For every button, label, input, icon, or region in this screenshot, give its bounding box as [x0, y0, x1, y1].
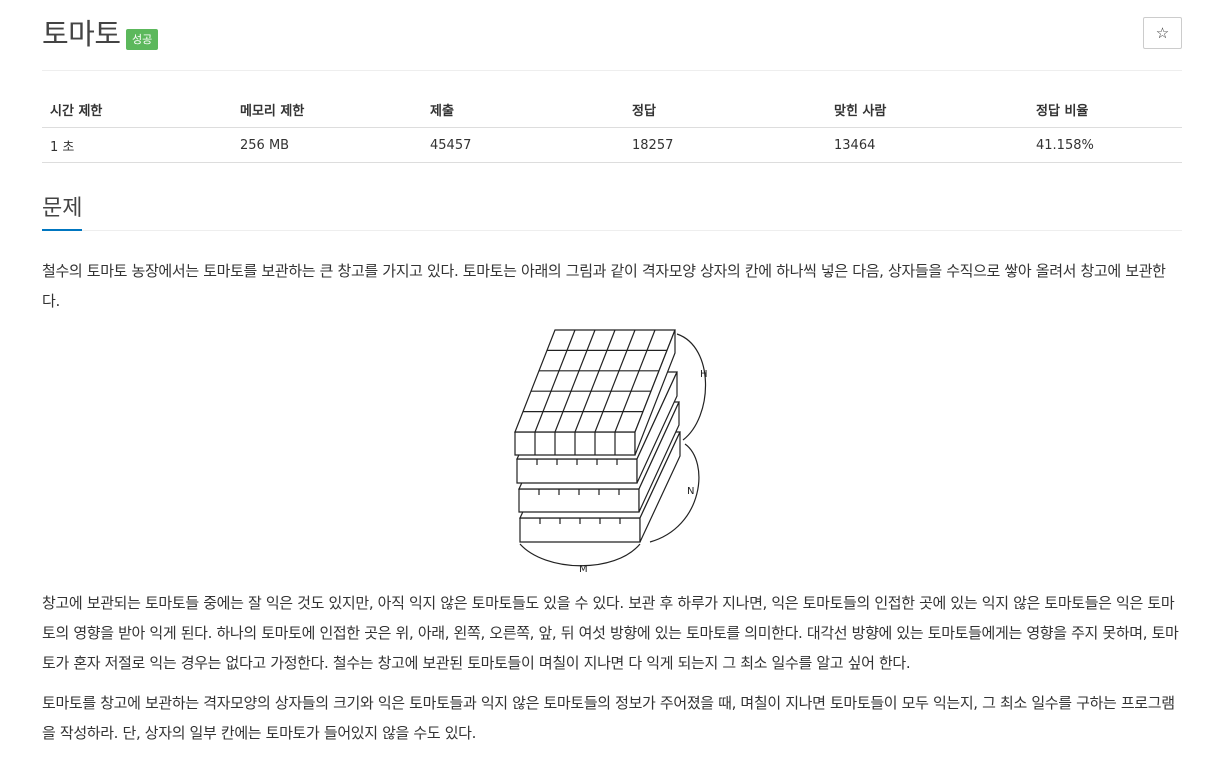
time-limit-value: 1 초 — [42, 127, 232, 163]
header-accepted: 정답 — [624, 91, 826, 128]
title-divider — [42, 70, 1182, 71]
header-memory-limit: 메모리 제한 — [232, 91, 422, 128]
memory-limit-value: 256 MB — [232, 127, 422, 163]
label-n: N — [687, 486, 694, 497]
table-header-row: 시간 제한 메모리 제한 제출 정답 맞힌 사람 정답 비율 — [42, 91, 1182, 128]
status-badge: 성공 — [126, 29, 159, 50]
stacked-boxes-illustration: H N M — [514, 329, 708, 575]
page-title: 토마토 — [42, 17, 121, 51]
header-accept-ratio: 정답 비율 — [1028, 91, 1182, 128]
problem-info-table: 시간 제한 메모리 제한 제출 정답 맞힌 사람 정답 비율 1 초 256 M… — [42, 91, 1182, 163]
label-m: M — [579, 564, 588, 575]
m-dimension-arc — [519, 543, 641, 567]
label-h: H — [700, 369, 708, 380]
solved-users-value: 13464 — [826, 127, 1028, 163]
description-paragraph-2: 창고에 보관되는 토마토들 중에는 잘 익은 것도 있지만, 아직 익지 않은 … — [42, 594, 1179, 672]
description-paragraph-1: 철수의 토마토 농장에서는 토마토를 보관하는 큰 창고를 가지고 있다. 토마… — [42, 262, 1166, 310]
table-row: 1 초 256 MB 45457 18257 13464 41.158% — [42, 127, 1182, 163]
problem-header: 토마토 성공 ☆ — [42, 14, 1182, 56]
section-divider — [42, 230, 1182, 231]
header-time-limit: 시간 제한 — [42, 91, 232, 128]
star-button[interactable]: ☆ — [1143, 17, 1182, 49]
header-solved-users: 맞힌 사람 — [826, 91, 1028, 128]
tomato-box-figure: H N M — [505, 322, 720, 577]
section-underline — [42, 229, 82, 231]
header-submissions: 제출 — [422, 91, 624, 128]
section-title: 문제 — [42, 196, 83, 221]
description-paragraph-3: 토마토를 창고에 보관하는 격자모양의 상자들의 크기와 익은 토마토들과 익지… — [42, 694, 1175, 742]
submissions-value: 45457 — [422, 127, 624, 163]
star-icon: ☆ — [1155, 24, 1170, 42]
accepted-value: 18257 — [624, 127, 826, 163]
h-dimension-arc — [676, 333, 707, 441]
accept-ratio-value: 41.158% — [1028, 127, 1182, 163]
